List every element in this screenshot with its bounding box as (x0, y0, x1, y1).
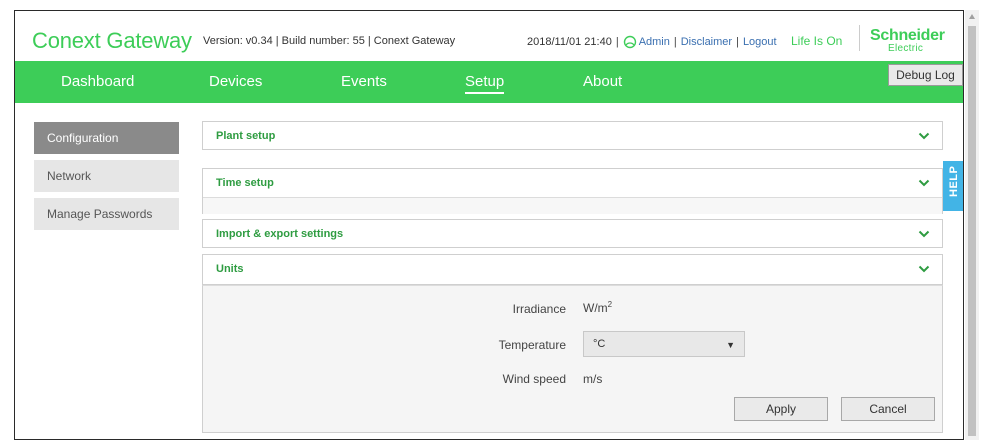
sidebar-item-manage-passwords[interactable]: Manage Passwords (34, 198, 179, 230)
header: Conext Gateway Version: v0.34 | Build nu… (15, 11, 963, 55)
cancel-button[interactable]: Cancel (841, 397, 935, 421)
app-title: Conext Gateway (32, 28, 192, 53)
top-info-bar: 2018/11/01 21:40 | Admin | Disclaimer | … (527, 35, 777, 49)
brand-logo: Schneider Electric (868, 25, 952, 54)
nav-setup[interactable]: Setup (465, 73, 505, 94)
user-icon (623, 35, 636, 49)
admin-link[interactable]: Admin (639, 36, 670, 48)
scroll-up-icon[interactable] (969, 14, 975, 19)
panel-body (203, 197, 942, 214)
datetime: 2018/11/01 21:40 (527, 36, 612, 48)
nav-about[interactable]: About (583, 73, 622, 90)
nav-devices[interactable]: Devices (209, 73, 262, 90)
tagline: Life Is On (791, 34, 843, 48)
disclaimer-link[interactable]: Disclaimer (681, 36, 732, 48)
irradiance-label: Irradiance (512, 302, 566, 316)
units-form: Irradiance W/m2 Temperature °C ▼ Wind sp… (202, 285, 943, 433)
version-info: Version: v0.34 | Build number: 55 | Cone… (203, 35, 456, 47)
nav-events[interactable]: Events (341, 73, 387, 90)
temperature-selected-value: °C (593, 338, 606, 350)
chevron-down-icon (918, 132, 930, 140)
panel-plant-setup: Plant setup (202, 121, 943, 150)
panel-header-plant-setup[interactable]: Plant setup (203, 122, 942, 150)
irradiance-value: W/m2 (583, 300, 613, 315)
logout-link[interactable]: Logout (743, 36, 777, 48)
help-tab[interactable]: HELP (943, 161, 963, 211)
wind-speed-value: m/s (583, 372, 603, 386)
panel-units: Units (202, 254, 943, 285)
panel-header-units[interactable]: Units (203, 255, 942, 283)
panel-time-setup: Time setup (202, 168, 943, 214)
sidebar-item-configuration[interactable]: Configuration (34, 122, 179, 154)
debug-log-button[interactable]: Debug Log (888, 64, 963, 86)
nav-dashboard[interactable]: Dashboard (61, 73, 134, 90)
panel-title: Time setup (216, 177, 274, 189)
sidebar-item-network[interactable]: Network (34, 160, 179, 192)
caret-down-icon: ▼ (726, 340, 735, 350)
chevron-down-icon (918, 230, 930, 238)
panel-title: Plant setup (216, 130, 276, 142)
panel-header-import-export[interactable]: Import & export settings (203, 220, 942, 248)
panel-title: Units (216, 263, 244, 275)
page-scrollbar[interactable] (965, 10, 979, 440)
apply-button[interactable]: Apply (734, 397, 828, 421)
panel-header-time-setup[interactable]: Time setup (203, 169, 942, 197)
temperature-label: Temperature (498, 338, 566, 352)
temperature-select[interactable]: °C ▼ (583, 331, 745, 357)
chevron-down-icon (918, 179, 930, 187)
scroll-thumb[interactable] (968, 26, 976, 436)
wind-speed-label: Wind speed (502, 372, 566, 386)
brand-sub: Electric (888, 43, 924, 54)
main-nav: Dashboard Devices Events Setup About (15, 61, 963, 103)
panel-title: Import & export settings (216, 228, 344, 240)
app-window: Conext Gateway Version: v0.34 | Build nu… (14, 10, 964, 440)
panel-import-export: Import & export settings (202, 219, 943, 248)
brand-divider (859, 25, 860, 51)
chevron-down-icon (918, 265, 930, 273)
